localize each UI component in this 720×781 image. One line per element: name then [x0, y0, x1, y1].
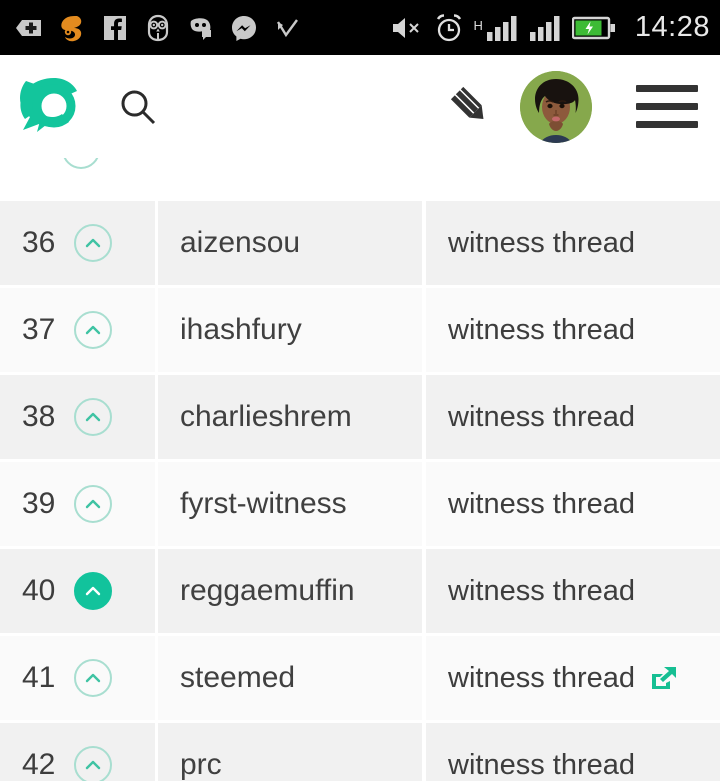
chevron-up-icon [85, 586, 101, 596]
witness-thread-cell[interactable]: witness thread [426, 288, 720, 372]
user-avatar[interactable] [520, 70, 592, 143]
rank-cell: 40 [0, 549, 155, 633]
status-bar-clock: 14:28 [634, 11, 710, 43]
upvote-button[interactable] [74, 398, 112, 436]
busy-logo[interactable] [14, 71, 86, 143]
checkmark-arrow-icon [276, 18, 298, 37]
witness-name: ihashfury [180, 313, 302, 346]
rank-cell: 36 [0, 201, 155, 285]
rank-cell: 39 [0, 462, 155, 546]
hamburger-bar-middle [636, 103, 698, 110]
table-row[interactable]: 41 steemed witness thread [0, 636, 720, 720]
chevron-up-icon [85, 499, 101, 509]
witness-name: aizensou [180, 226, 301, 259]
witness-name: fyrst-witness [180, 487, 347, 520]
witness-rows-container: 36 aizensou witness thread 37 ihashfury witne… [0, 201, 720, 781]
rank-number: 40 [22, 574, 56, 607]
witness-thread-cell[interactable]: witness thread [426, 723, 720, 781]
upvote-button[interactable] [74, 572, 112, 610]
avatar-image [520, 70, 592, 143]
chevron-up-icon [85, 325, 101, 335]
witness-thread-label: witness thread [448, 226, 635, 259]
witness-thread-label: witness thread [448, 574, 635, 607]
witness-thread-label: witness thread [448, 748, 635, 781]
table-row[interactable]: 37 ihashfury witness thread [0, 288, 720, 372]
messenger-icon [232, 15, 256, 41]
rank-cell: 37 [0, 288, 155, 372]
upvote-button[interactable] [74, 311, 112, 349]
upvote-button[interactable] [74, 746, 112, 781]
facebook-icon [104, 15, 126, 40]
rank-cell: 38 [0, 375, 155, 459]
rank-number: 39 [22, 487, 56, 520]
partial-row-above [0, 158, 720, 198]
table-row[interactable]: 40 reggaemuffin witness thread [0, 549, 720, 633]
witness-thread-label: witness thread [448, 661, 635, 694]
witness-thread-cell[interactable]: witness thread [426, 636, 720, 720]
chevron-up-icon [85, 238, 101, 248]
upvote-button[interactable] [74, 224, 112, 262]
witness-name: prc [180, 748, 222, 781]
witness-thread-label: witness thread [448, 487, 635, 520]
rank-number: 41 [22, 661, 56, 694]
write-post-button[interactable] [442, 79, 498, 135]
witness-thread-label: witness thread [448, 400, 635, 433]
signal-bars-1-icon [486, 15, 517, 41]
witness-name-cell[interactable]: fyrst-witness [158, 462, 422, 546]
witness-thread-label: witness thread [448, 313, 635, 346]
volume-mute-icon [392, 17, 419, 38]
external-link-icon[interactable] [649, 663, 679, 693]
table-row[interactable]: 39 fyrst-witness witness thread [0, 462, 720, 546]
status-bar-system-icons: H 14:28 [390, 11, 710, 44]
rank-number: 38 [22, 400, 56, 433]
rank-number: 37 [22, 313, 56, 346]
witness-name: reggaemuffin [180, 574, 355, 607]
discord-icon [190, 17, 211, 40]
witness-name-cell[interactable]: aizensou [158, 201, 422, 285]
rank-number: 36 [22, 226, 56, 259]
upvote-button[interactable] [74, 659, 112, 697]
witness-thread-cell[interactable]: witness thread [426, 201, 720, 285]
witness-thread-cell[interactable]: witness thread [426, 549, 720, 633]
table-row[interactable]: 42 prc witness thread [0, 723, 720, 781]
rank-cell: 42 [0, 723, 155, 781]
search-icon [121, 90, 156, 124]
search-button[interactable] [108, 77, 168, 137]
witness-thread-cell[interactable]: witness thread [426, 375, 720, 459]
busy-logo-icon [20, 77, 77, 132]
chevron-up-icon [85, 760, 101, 770]
hamburger-bar-top [636, 85, 698, 92]
hamburger-bar-bottom [636, 121, 698, 128]
rank-cell: 41 [0, 636, 155, 720]
hamburger-menu-button[interactable] [636, 82, 698, 132]
network-type-badge: H [473, 18, 483, 33]
upvote-button[interactable] [74, 485, 112, 523]
witness-name-cell[interactable]: steemed [158, 636, 422, 720]
uc-browser-icon [61, 15, 82, 41]
witness-name: charlieshrem [180, 400, 352, 433]
witness-name-cell[interactable]: ihashfury [158, 288, 422, 372]
chevron-up-icon [85, 412, 101, 422]
upvote-icon [62, 158, 100, 169]
table-row[interactable]: 36 aizensou witness thread [0, 201, 720, 285]
witness-name: steemed [180, 661, 296, 694]
add-tag-icon [16, 19, 41, 36]
table-row[interactable]: 38 charlieshrem witness thread [0, 375, 720, 459]
app-screen: H 14:28 36 aizensou witness thread 37 ih… [0, 0, 720, 781]
witness-name-cell[interactable]: charlieshrem [158, 375, 422, 459]
witness-list-table[interactable]: 36 aizensou witness thread 37 ihashfury witne… [0, 158, 720, 781]
witness-name-cell[interactable]: prc [158, 723, 422, 781]
battery-charging-icon [571, 16, 615, 39]
status-bar: H 14:28 [0, 0, 720, 55]
alarm-clock-icon [436, 13, 461, 41]
witness-thread-cell[interactable]: witness thread [426, 462, 720, 546]
write-post-icon [450, 86, 484, 119]
witness-name-cell[interactable]: reggaemuffin [158, 549, 422, 633]
status-bar-notification-icons [14, 13, 390, 43]
signal-bars-2-icon [529, 15, 560, 41]
rank-number: 42 [22, 748, 56, 781]
app-header-bar [0, 55, 720, 158]
owl-icon [147, 14, 169, 41]
chevron-up-icon [85, 673, 101, 683]
